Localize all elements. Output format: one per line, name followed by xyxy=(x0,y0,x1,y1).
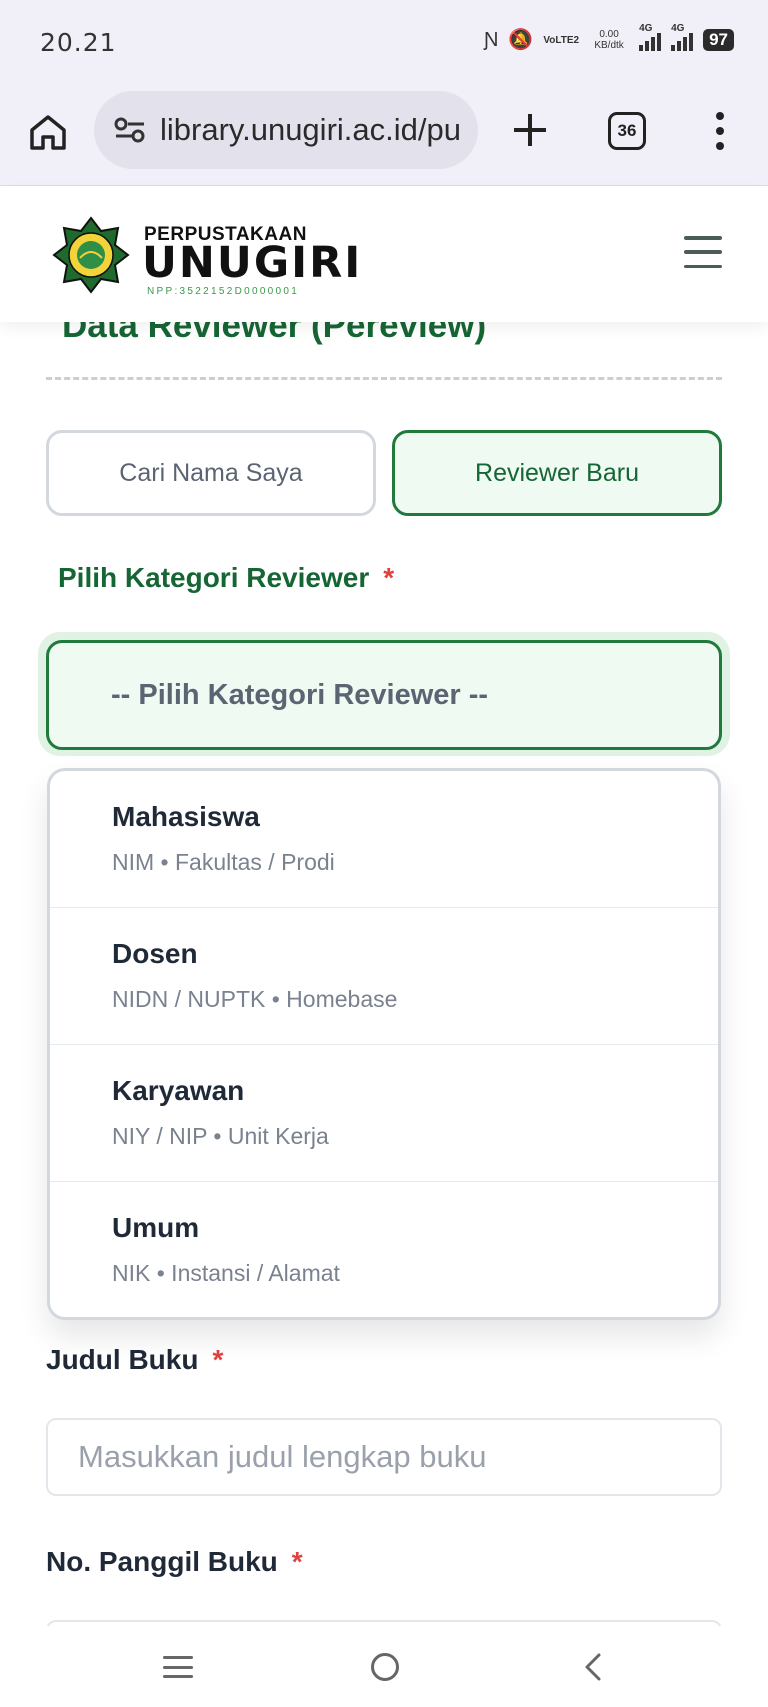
url-text: library.unugiri.ac.id/pu xyxy=(160,112,461,147)
category-label: Pilih Kategori Reviewer * xyxy=(58,562,394,594)
option-title: Karyawan xyxy=(112,1075,245,1106)
battery-indicator: 97 xyxy=(703,29,734,51)
book-title-field xyxy=(46,1418,722,1496)
site-settings-icon xyxy=(114,117,145,143)
category-dropdown: Mahasiswa NIM • Fakultas / Prodi Dosen N… xyxy=(47,768,721,1320)
signal-1-icon: 4G xyxy=(639,23,662,51)
book-title-label: Judul Buku * xyxy=(46,1344,223,1376)
volte-label: VoLTE2 xyxy=(543,34,580,46)
home-icon xyxy=(30,115,66,150)
option-dosen[interactable]: Dosen NIDN / NUPTK • Homebase xyxy=(50,908,718,1045)
system-home-button[interactable] xyxy=(371,1653,399,1681)
call-number-label: No. Panggil Buku * xyxy=(46,1546,303,1578)
search-my-name-button[interactable]: Cari Nama Saya xyxy=(46,430,376,516)
status-time: 20.21 xyxy=(40,28,117,57)
option-subtitle: NIK • Instansi / Alamat xyxy=(112,1260,340,1286)
status-bar: 20.21 Ɲ 🔕 VoLTE2 0.00 KB/dtk 4G 4G 97 xyxy=(0,0,768,86)
book-title-label-text: Judul Buku xyxy=(46,1344,199,1375)
browser-toolbar: library.unugiri.ac.id/pu 36 xyxy=(0,86,768,186)
option-karyawan[interactable]: Karyawan NIY / NIP • Unit Kerja xyxy=(50,1045,718,1182)
network-type-2: 4G xyxy=(671,23,685,34)
option-umum[interactable]: Umum NIK • Instansi / Alamat xyxy=(50,1182,718,1317)
nfc-icon: Ɲ xyxy=(483,29,499,51)
menu-line-icon xyxy=(684,236,722,240)
dot-icon xyxy=(716,112,724,120)
logo-npp: NPP:3522152D0000001 xyxy=(147,286,300,297)
plus-icon xyxy=(514,114,546,146)
browser-menu-button[interactable] xyxy=(704,108,736,154)
data-speed: 0.00 KB/dtk xyxy=(594,29,624,51)
recent-apps-button[interactable] xyxy=(163,1656,193,1678)
menu-line-icon xyxy=(163,1665,193,1669)
dot-icon xyxy=(716,142,724,150)
category-label-text: Pilih Kategori Reviewer xyxy=(58,562,370,593)
site-header: PERPUSTAKAAN UNUGIRI NPP:3522152D0000001 xyxy=(0,186,768,322)
new-reviewer-button[interactable]: Reviewer Baru xyxy=(392,430,722,516)
option-subtitle: NIDN / NUPTK • Homebase xyxy=(112,986,398,1012)
option-subtitle: NIM • Fakultas / Prodi xyxy=(112,849,335,875)
category-select[interactable]: -- Pilih Kategori Reviewer -- xyxy=(46,640,722,750)
menu-line-icon xyxy=(163,1675,193,1678)
system-nav-bar xyxy=(0,1626,768,1707)
option-mahasiswa[interactable]: Mahasiswa NIM • Fakultas / Prodi xyxy=(50,771,718,908)
required-mark: * xyxy=(291,1546,303,1577)
new-tab-button[interactable] xyxy=(508,108,552,152)
option-title: Umum xyxy=(112,1212,200,1243)
divider xyxy=(46,377,722,380)
unugiri-emblem-icon[interactable] xyxy=(52,216,130,294)
required-mark: * xyxy=(383,562,395,593)
network-type-1: 4G xyxy=(639,23,653,34)
option-title: Dosen xyxy=(112,938,198,969)
status-icons: Ɲ 🔕 VoLTE2 0.00 KB/dtk 4G 4G 97 xyxy=(483,23,734,52)
menu-line-icon xyxy=(684,264,722,268)
hamburger-menu-button[interactable] xyxy=(684,236,722,268)
required-mark: * xyxy=(212,1344,224,1375)
option-subtitle: NIY / NIP • Unit Kerja xyxy=(112,1123,329,1149)
tab-switcher-button[interactable]: 36 xyxy=(608,112,646,150)
dot-icon xyxy=(716,127,724,135)
signal-2-icon: 4G xyxy=(671,23,694,51)
option-title: Mahasiswa xyxy=(112,801,260,832)
book-title-input[interactable] xyxy=(78,1439,720,1475)
back-icon[interactable] xyxy=(582,1652,604,1682)
logo-title: UNUGIRI xyxy=(142,238,363,288)
menu-line-icon xyxy=(684,250,722,254)
call-number-label-text: No. Panggil Buku xyxy=(46,1546,278,1577)
home-button[interactable] xyxy=(26,110,70,154)
url-bar[interactable]: library.unugiri.ac.id/pu xyxy=(94,91,478,169)
menu-line-icon xyxy=(163,1656,193,1659)
mute-bell-icon: 🔕 xyxy=(508,29,534,51)
